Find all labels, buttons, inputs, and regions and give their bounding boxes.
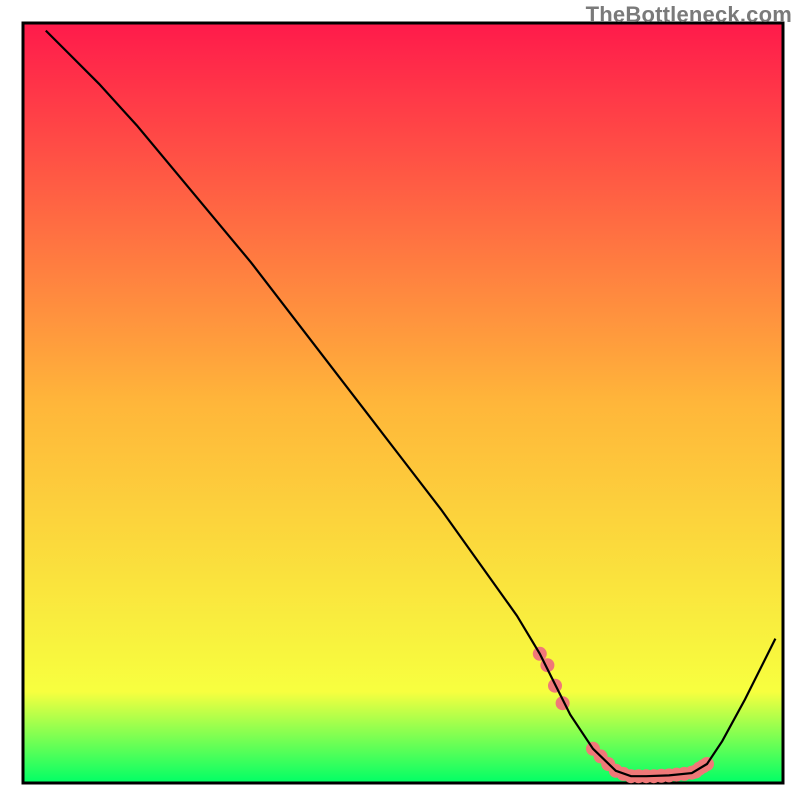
watermark-text: TheBottleneck.com [586, 2, 792, 28]
chart-frame: TheBottleneck.com [0, 0, 800, 800]
plot-background [23, 23, 783, 783]
chart-svg [0, 0, 800, 800]
